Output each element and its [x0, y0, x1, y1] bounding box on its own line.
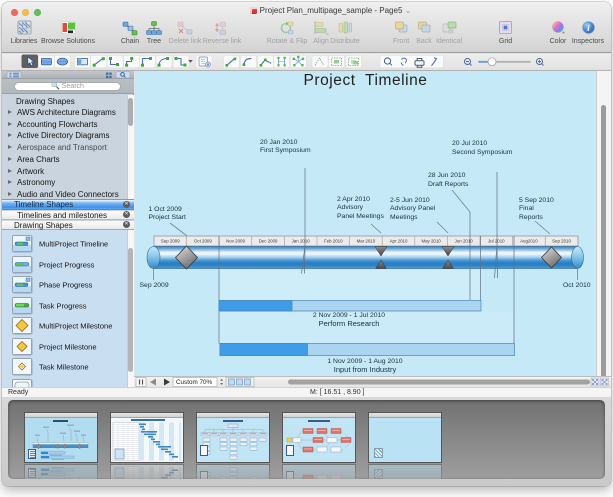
- svg-text:May 2010: May 2010: [421, 239, 441, 244]
- svg-text:Sep 2009: Sep 2009: [161, 239, 180, 244]
- svg-text:Mar 2010: Mar 2010: [357, 239, 376, 244]
- svg-text:Oct 2009: Oct 2009: [194, 239, 212, 244]
- svg-text:Jan 2010: Jan 2010: [292, 239, 311, 244]
- svg-text:Sep 2010: Sep 2010: [552, 239, 571, 244]
- svg-text:Nov 2009: Nov 2009: [226, 239, 245, 244]
- svg-text:Aug2010: Aug2010: [520, 239, 538, 244]
- svg-text:Dec 2009: Dec 2009: [259, 239, 278, 244]
- svg-text:Jul 2010: Jul 2010: [488, 239, 505, 244]
- svg-text:Feb 2010: Feb 2010: [324, 239, 343, 244]
- svg-text:Custom 70%: Custom 70%: [176, 379, 212, 386]
- svg-text:Jun 2010: Jun 2010: [455, 239, 474, 244]
- svg-text:i: i: [587, 24, 590, 34]
- svg-text:Apr 2010: Apr 2010: [390, 239, 408, 244]
